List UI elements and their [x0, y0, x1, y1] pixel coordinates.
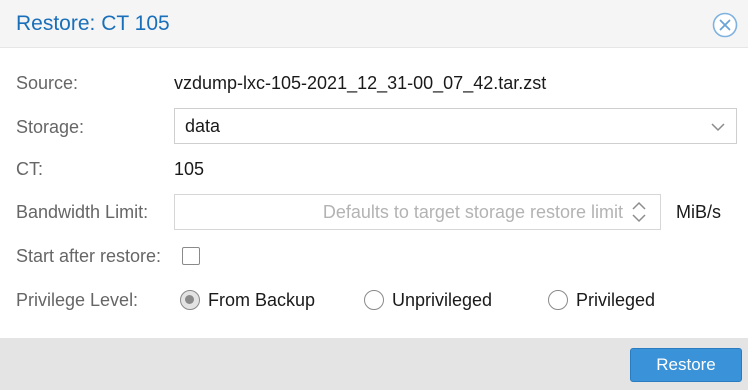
storage-label: Storage:: [16, 117, 85, 137]
radio-privileged[interactable]: [548, 290, 568, 310]
bandwidth-unit: MiB/s: [676, 202, 721, 222]
close-circle-icon[interactable]: [712, 12, 738, 38]
radio-unprivileged[interactable]: [364, 290, 384, 310]
radio-from-backup[interactable]: [180, 290, 200, 310]
chevron-down-icon: [711, 123, 725, 132]
spinner-icon[interactable]: [630, 200, 648, 224]
source-label: Source:: [16, 73, 79, 93]
ct-value: 105: [174, 159, 205, 179]
restore-button[interactable]: Restore: [630, 348, 742, 382]
storage-select[interactable]: data: [174, 108, 737, 144]
dialog-header: Restore: CT 105: [0, 0, 748, 48]
bandwidth-input[interactable]: [183, 195, 623, 229]
radio-privileged-label[interactable]: Privileged: [576, 288, 655, 312]
restore-dialog: Restore: CT 105 Source: vzdump-lxc-105-2…: [0, 0, 748, 390]
bandwidth-label: Bandwidth Limit:: [16, 202, 149, 222]
radio-from-backup-label[interactable]: From Backup: [208, 288, 315, 312]
bandwidth-field: [174, 194, 661, 230]
dialog-footer: Restore: [0, 338, 748, 390]
source-value: vzdump-lxc-105-2021_12_31-00_07_42.tar.z…: [174, 73, 547, 93]
privilege-label: Privilege Level:: [16, 290, 139, 310]
radio-unprivileged-label[interactable]: Unprivileged: [392, 288, 492, 312]
storage-selected-value: data: [185, 116, 221, 136]
start-after-restore-label: Start after restore:: [16, 246, 162, 266]
dialog-title: Restore: CT 105: [16, 12, 170, 35]
start-after-restore-checkbox[interactable]: [182, 247, 200, 265]
ct-label: CT:: [16, 159, 43, 179]
